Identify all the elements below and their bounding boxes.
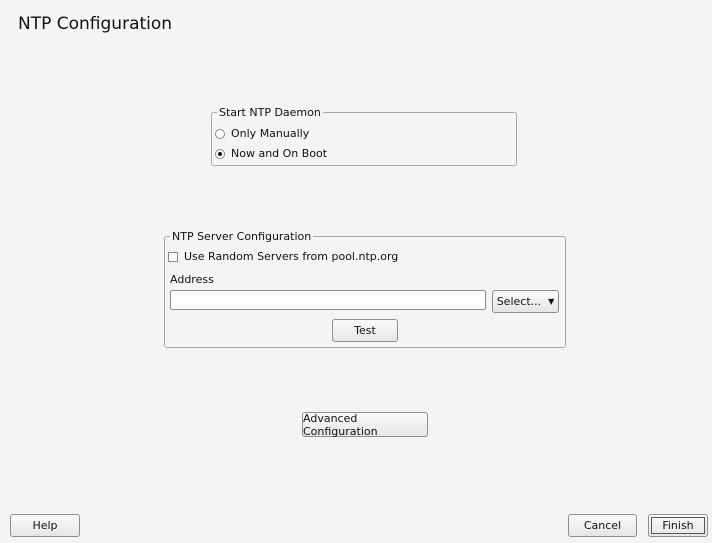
radio-now-and-on-boot-indicator[interactable] — [215, 148, 225, 159]
page-title: NTP Configuration — [18, 14, 173, 34]
radio-only-manually-label: Only Manually — [231, 127, 310, 140]
finish-button-label: Finish — [662, 519, 694, 532]
radio-only-manually-indicator[interactable] — [215, 128, 225, 139]
server-config-legend: NTP Server Configuration — [172, 230, 312, 243]
help-button[interactable]: Help — [10, 514, 80, 537]
random-servers-label: Use Random Servers from pool.ntp.org — [184, 250, 399, 263]
chevron-down-icon: ▼ — [548, 297, 555, 306]
cancel-button[interactable]: Cancel — [568, 514, 637, 537]
advanced-configuration-button[interactable]: Advanced Configuration — [302, 411, 428, 438]
finish-button[interactable]: Finish — [648, 514, 708, 537]
select-dropdown-button[interactable]: Select... ▼ — [492, 290, 559, 313]
random-servers-checkbox-box[interactable] — [168, 251, 178, 262]
cancel-button-label: Cancel — [583, 519, 622, 532]
random-servers-checkbox[interactable]: Use Random Servers from pool.ntp.org — [168, 250, 398, 263]
help-button-label: Help — [32, 519, 58, 532]
select-dropdown-label: Select... — [496, 295, 542, 308]
start-daemon-legend: Start NTP Daemon — [219, 106, 321, 119]
radio-now-and-on-boot[interactable]: Now and On Boot — [215, 147, 327, 160]
radio-only-manually[interactable]: Only Manually — [215, 127, 309, 140]
radio-now-and-on-boot-label: Now and On Boot — [231, 147, 328, 160]
address-input[interactable] — [170, 290, 486, 310]
advanced-configuration-label: Advanced Configuration — [303, 411, 378, 438]
test-button[interactable]: Test — [332, 319, 398, 342]
test-button-label: Test — [354, 324, 376, 337]
address-label: Address — [170, 273, 214, 286]
